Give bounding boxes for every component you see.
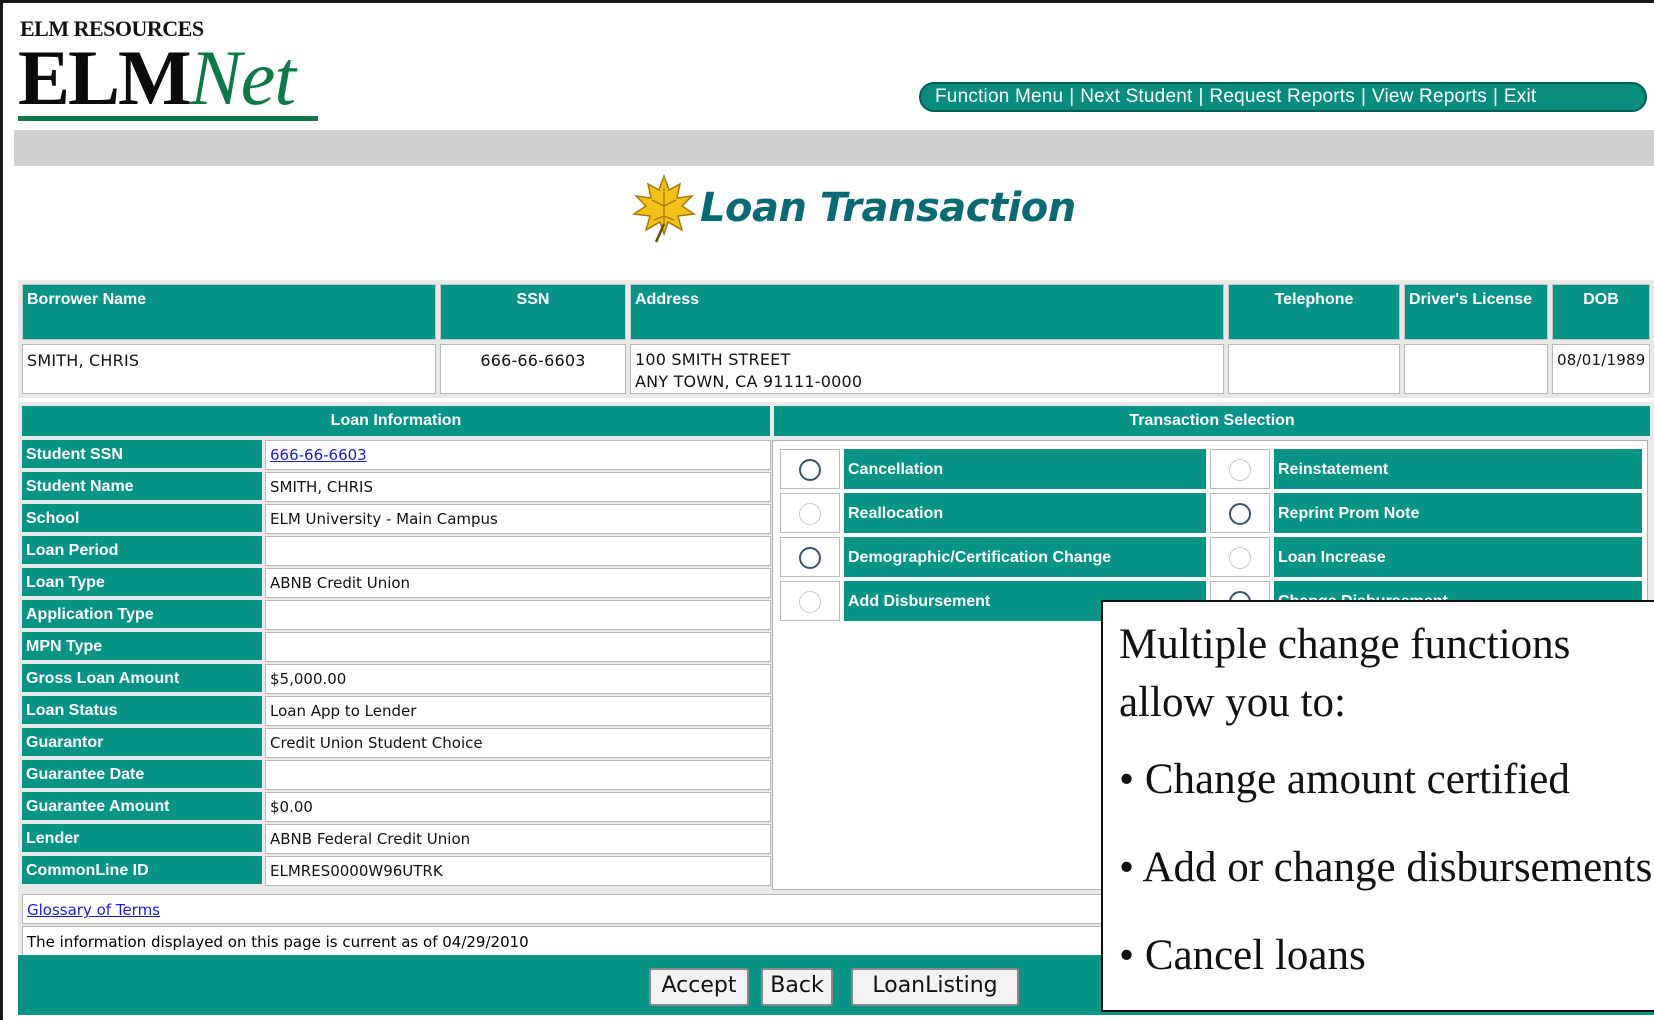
label-guarantee-amount: Guarantee Amount [22, 792, 262, 822]
nav-next-student[interactable]: Next Student [1080, 86, 1192, 108]
borrower-drivers-license-value [1404, 344, 1548, 394]
top-navigation: Function Menu | Next Student | Request R… [919, 82, 1647, 112]
option-reprint-prom-note: Reprint Prom Note [1274, 493, 1642, 533]
label-student-name: Student Name [22, 472, 262, 502]
radio-cell-cancellation [780, 449, 840, 489]
borrower-ssn-value: 666-66-6603 [440, 344, 626, 394]
header-drivers-license: Driver's License [1404, 284, 1548, 340]
label-loan-status: Loan Status [22, 696, 262, 726]
value-student-name: SMITH, CHRIS [265, 472, 771, 502]
loan-information-heading: Loan Information [22, 406, 770, 436]
value-loan-status: Loan App to Lender [265, 696, 771, 726]
nav-separator: | [1492, 86, 1498, 107]
callout-bullet: • Cancel loans [1119, 932, 1366, 979]
nav-function-menu[interactable]: Function Menu [935, 86, 1063, 108]
radio-add-disbursement [799, 591, 821, 613]
student-ssn-link[interactable]: 666-66-6603 [270, 446, 367, 464]
option-cancellation: Cancellation [844, 449, 1206, 489]
borrower-address-value: 100 SMITH STREET ANY TOWN, CA 91111-0000 [630, 344, 1224, 394]
callout-bullet-text: Change amount certified [1144, 756, 1570, 803]
callout-bullet: • Add or change disbursements [1119, 844, 1653, 891]
label-loan-type: Loan Type [22, 568, 262, 598]
address-line-1: 100 SMITH STREET [635, 350, 791, 369]
radio-reprint-prom-note[interactable] [1229, 503, 1251, 525]
value-school: ELM University - Main Campus [265, 504, 771, 534]
back-button[interactable]: Back [761, 968, 833, 1006]
callout-bullet-text: Cancel loans [1144, 932, 1366, 979]
logo-underline [18, 116, 318, 121]
address-line-2: ANY TOWN, CA 91111-0000 [635, 372, 863, 391]
value-loan-period [265, 536, 771, 566]
logo-net: Net [189, 34, 296, 121]
value-commonline-id: ELMRES0000W96UTRK [265, 856, 771, 886]
option-demographic-certification-change: Demographic/Certification Change [844, 537, 1206, 577]
nav-request-reports[interactable]: Request Reports [1209, 86, 1355, 108]
label-gross-loan-amount: Gross Loan Amount [22, 664, 262, 694]
elmnet-logo: ELM RESOURCES ELMNet [18, 16, 318, 121]
label-mpn-type: MPN Type [22, 632, 262, 662]
annotation-callout: Multiple change functions allow you to: … [1101, 600, 1654, 1012]
label-application-type: Application Type [22, 600, 262, 630]
header-ssn: SSN [440, 284, 626, 340]
radio-cell-reinstatement [1210, 449, 1270, 489]
callout-bullet: • Change amount certified [1119, 756, 1570, 803]
value-lender: ABNB Federal Credit Union [265, 824, 771, 854]
page-title: Loan Transaction [700, 185, 1076, 231]
nav-view-reports[interactable]: View Reports [1372, 86, 1487, 108]
callout-line-2: allow you to: [1119, 679, 1346, 726]
value-gross-loan-amount: $5,000.00 [265, 664, 771, 694]
radio-cancellation[interactable] [799, 459, 821, 481]
header-telephone: Telephone [1228, 284, 1400, 340]
value-mpn-type [265, 632, 771, 662]
radio-demographic-change[interactable] [799, 547, 821, 569]
info-note: The information displayed on this page i… [22, 926, 1138, 956]
borrower-name-value: SMITH, CHRIS [22, 344, 436, 394]
glossary-row: Glossary of Terms [22, 894, 1138, 924]
value-loan-type: ABNB Credit Union [265, 568, 771, 598]
value-guarantee-date [265, 760, 771, 790]
radio-reinstatement [1229, 459, 1251, 481]
logo-main-text: ELMNet [18, 38, 296, 118]
option-reinstatement: Reinstatement [1274, 449, 1642, 489]
accept-button[interactable]: Accept [649, 968, 749, 1006]
glossary-link[interactable]: Glossary of Terms [27, 901, 160, 919]
borrower-telephone-value [1228, 344, 1400, 394]
loan-listing-button[interactable]: LoanListing [851, 968, 1019, 1006]
value-guarantor: Credit Union Student Choice [265, 728, 771, 758]
callout-line-1: Multiple change functions [1119, 621, 1571, 668]
label-school: School [22, 504, 262, 534]
label-guarantor: Guarantor [22, 728, 262, 758]
radio-cell-demographic-change [780, 537, 840, 577]
header-borrower-name: Borrower Name [22, 284, 436, 340]
option-reallocation: Reallocation [844, 493, 1206, 533]
transaction-selection-heading: Transaction Selection [774, 406, 1650, 436]
borrower-dob-value: 08/01/1989 [1552, 344, 1650, 394]
label-student-ssn: Student SSN [22, 440, 262, 470]
value-application-type [265, 600, 771, 630]
maple-leaf-icon [631, 173, 697, 243]
label-lender: Lender [22, 824, 262, 854]
label-loan-period: Loan Period [22, 536, 262, 566]
radio-cell-loan-increase [1210, 537, 1270, 577]
label-commonline-id: CommonLine ID [22, 856, 262, 886]
header-divider-bar [14, 130, 1654, 166]
radio-cell-reprint-prom-note [1210, 493, 1270, 533]
radio-loan-increase [1229, 547, 1251, 569]
nav-exit[interactable]: Exit [1504, 86, 1536, 108]
value-guarantee-amount: $0.00 [265, 792, 771, 822]
header-address: Address [630, 284, 1224, 340]
callout-bullet-text: Add or change disbursements [1142, 844, 1653, 891]
radio-cell-reallocation [780, 493, 840, 533]
option-loan-increase: Loan Increase [1274, 537, 1642, 577]
label-guarantee-date: Guarantee Date [22, 760, 262, 790]
header-dob: DOB [1552, 284, 1650, 340]
page-title-area: Loan Transaction [628, 172, 1076, 244]
radio-cell-add-disbursement [780, 581, 840, 621]
nav-separator: | [1069, 86, 1075, 107]
nav-separator: | [1360, 86, 1366, 107]
value-student-ssn: 666-66-6603 [265, 440, 771, 470]
logo-elm: ELM [18, 34, 192, 121]
nav-separator: | [1198, 86, 1204, 107]
radio-reallocation [799, 503, 821, 525]
